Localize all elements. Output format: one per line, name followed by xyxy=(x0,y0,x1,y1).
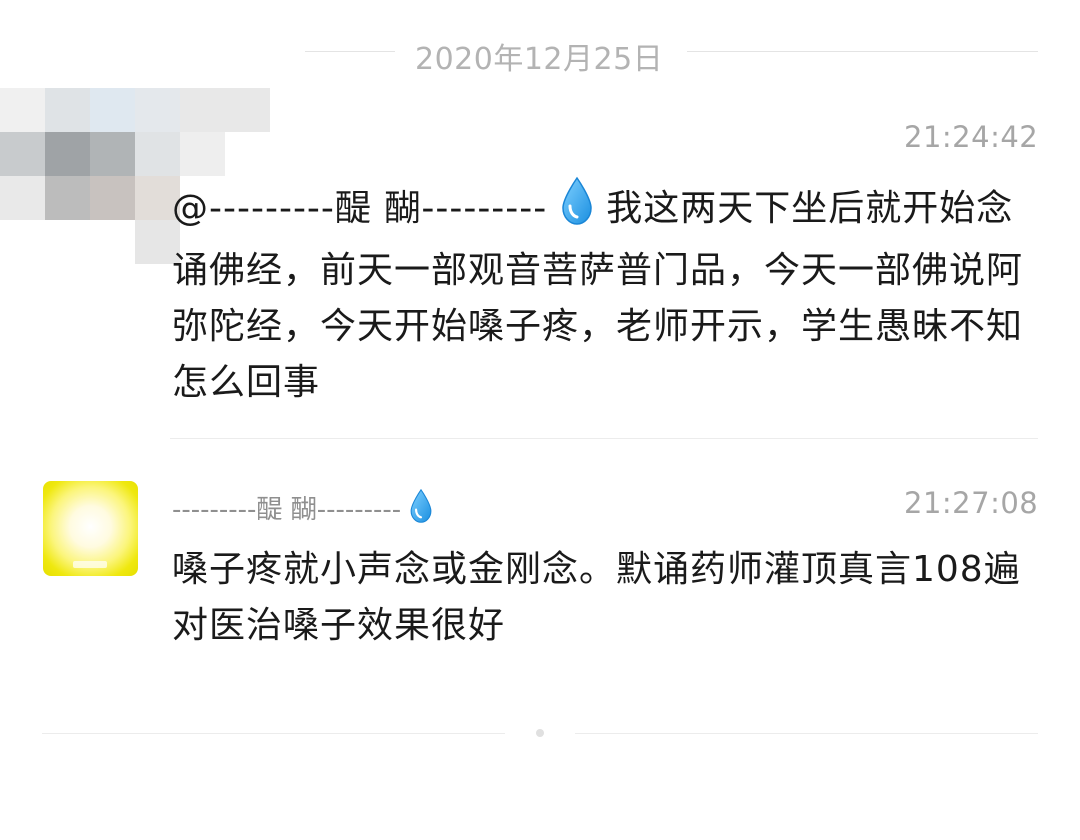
avatar-mosaic-cell xyxy=(45,176,90,220)
avatar-mosaic-cell xyxy=(135,88,180,132)
water-drop-icon xyxy=(560,176,594,243)
water-drop-icon xyxy=(409,488,433,531)
divider-line-left xyxy=(305,51,395,52)
chat-history-page: 2020年12月25日 21:24:42 @---------醍 醐------… xyxy=(0,0,1080,840)
date-label: 2020年12月25日 xyxy=(415,42,664,77)
avatar[interactable] xyxy=(43,481,138,576)
message-text[interactable]: 嗓子疼就小声念或金刚念。默诵药师灌顶真言108遍对医治嗓子效果很好 xyxy=(172,542,1042,654)
avatar-mosaic-cell xyxy=(90,132,135,176)
avatar-mosaic-cell xyxy=(180,88,225,132)
end-divider xyxy=(0,729,1080,737)
message-text[interactable]: @---------醍 醐--------- 我这两天下坐后就开始念诵佛经，前天… xyxy=(172,176,1042,411)
avatar-mosaic-cell xyxy=(0,88,45,132)
divider-dot xyxy=(536,729,544,737)
avatar-mosaic-cell xyxy=(135,132,180,176)
divider-line-right xyxy=(575,733,1038,734)
nickname-text: ---------醍 醐--------- xyxy=(172,495,402,525)
sender-nickname[interactable]: ---------醍 醐--------- xyxy=(172,488,433,531)
avatar-mosaic-cell xyxy=(45,88,90,132)
avatar-mosaic-cell xyxy=(90,88,135,132)
divider-line-left xyxy=(42,733,505,734)
avatar-mosaic-cell xyxy=(0,132,45,176)
avatar-mosaic-cell xyxy=(90,176,135,220)
avatar-label-mark xyxy=(73,561,107,568)
avatar-mosaic-cell xyxy=(0,176,45,220)
divider-line-right xyxy=(687,51,1038,52)
message-timestamp: 21:27:08 xyxy=(904,486,1039,520)
mention-text[interactable]: @---------醍 醐--------- xyxy=(172,188,547,229)
avatar-mosaic-cell xyxy=(45,132,90,176)
avatar-mosaic-cell xyxy=(225,88,270,132)
message-separator xyxy=(170,438,1038,439)
date-divider: 2020年12月25日 xyxy=(305,28,1038,77)
avatar-mosaic-cell xyxy=(180,132,225,176)
message-timestamp: 21:24:42 xyxy=(904,120,1039,154)
